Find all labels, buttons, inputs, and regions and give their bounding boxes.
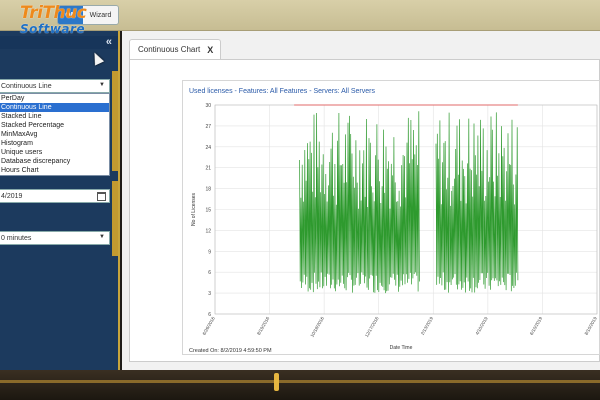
series-line-green: [299, 111, 420, 294]
dropdown-option[interactable]: Database discrepancy: [0, 157, 109, 166]
dropdown-option[interactable]: MinMaxAvg: [0, 130, 109, 139]
chart-type-dropdown[interactable]: PerDay Continuous Line Stacked Line Stacked…: [0, 93, 110, 176]
chart-type-value: Continuous Line: [1, 82, 52, 90]
chart-created-on: Created On: 8/2/2019 4:59:50 PM: [189, 348, 272, 354]
y-tick-label: 12: [205, 228, 211, 234]
y-tick-label: 15: [205, 208, 211, 214]
x-axis-ticks: 6/26/2016 8/19/2016 10/18/2016 12/17/2016 2/…: [202, 316, 599, 338]
dropdown-option[interactable]: Continuous Line: [0, 103, 109, 112]
x-tick-label: 12/17/2016: [364, 316, 380, 338]
chart-series: [294, 104, 519, 294]
tab-label: Continuous Chart: [138, 45, 201, 54]
timeline-track[interactable]: [0, 380, 600, 383]
date-field[interactable]: 4/2019: [0, 189, 110, 203]
continuous-line-chart: Used licenses - Features: All Features -…: [189, 88, 599, 354]
dropdown-option[interactable]: Histogram: [0, 139, 109, 148]
dropdown-option[interactable]: Stacked Line: [0, 112, 109, 121]
y-tick-label: 3: [208, 291, 211, 297]
chevron-down-icon: ▼: [99, 82, 105, 88]
x-tick-label: 4/10/2019: [474, 316, 489, 336]
y-tick-label: 24: [205, 145, 211, 151]
logo-main-text: TriThuc: [20, 3, 87, 23]
x-tick-label: 6/10/2019: [529, 316, 544, 336]
y-axis-ticks: 636912151821242730: [205, 103, 211, 318]
chart-card: Used licenses - Features: All Features -…: [182, 80, 600, 355]
dropdown-option[interactable]: Stacked Percentage: [0, 121, 109, 130]
x-tick-label: 8/10/2019: [584, 316, 599, 336]
dropdown-option[interactable]: Unique users: [0, 148, 109, 157]
date-value: 4/2019: [1, 192, 23, 200]
y-axis-label: No of Licenses: [191, 192, 197, 226]
series-line-green: [435, 112, 519, 293]
dropdown-option[interactable]: Hours Chart: [0, 166, 109, 175]
x-tick-label: 10/18/2016: [309, 316, 325, 338]
app-window: TriThuc Software ON Wizard « Continuous …: [0, 0, 600, 400]
y-tick-label: 18: [205, 187, 211, 193]
y-tick-label: 27: [205, 124, 211, 130]
chart-type-select[interactable]: Continuous Line ▼: [0, 79, 110, 93]
tab-continuous-chart[interactable]: Continuous Chart X: [129, 39, 221, 59]
y-tick-label: 9: [208, 249, 211, 255]
x-tick-label: 6/26/2016: [202, 316, 217, 336]
sidebar-scrollbar[interactable]: [112, 71, 118, 171]
dropdown-option[interactable]: PerDay: [0, 94, 109, 103]
logo-sub-text: Software: [20, 22, 86, 36]
y-tick-label: 6: [208, 270, 211, 276]
double-chevron-left-icon[interactable]: «: [106, 36, 112, 49]
x-axis-label: Date Time: [390, 345, 413, 351]
chevron-down-icon: ▼: [99, 234, 105, 240]
x-tick-label: 8/19/2016: [256, 316, 271, 336]
timeline-knob[interactable]: [274, 373, 279, 391]
close-icon[interactable]: X: [207, 45, 213, 55]
x-tick-label: 2/13/2019: [420, 316, 435, 336]
calendar-icon[interactable]: [97, 192, 106, 201]
interval-value: 0 minutes: [1, 234, 32, 242]
y-tick-label: 30: [205, 103, 211, 109]
interval-select[interactable]: 0 minutes ▼: [0, 231, 110, 245]
sidebar: « Continuous Line ▼ PerDay Continuous Lin…: [0, 31, 120, 370]
y-tick-label: 21: [205, 166, 211, 172]
sidebar-collapse-bar[interactable]: «: [0, 36, 118, 49]
trithuc-logo: TriThuc Software: [4, 3, 122, 37]
sidebar-scrollbar-lower[interactable]: [112, 181, 118, 256]
chart-title: Used licenses - Features: All Features -…: [189, 88, 375, 95]
bottom-timeline-bar: [0, 370, 600, 400]
